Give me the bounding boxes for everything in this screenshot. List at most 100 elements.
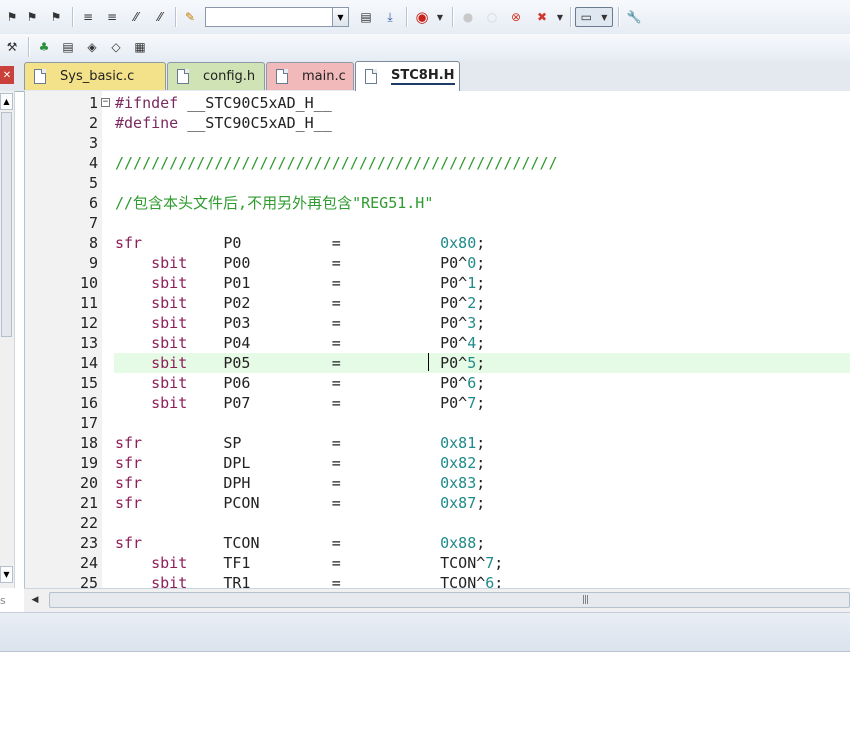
code-line[interactable]: 15 sbit P06 = P0^6; xyxy=(25,373,850,393)
find-input[interactable] xyxy=(208,9,332,25)
line-number: 7 xyxy=(88,214,98,232)
scroll-down-icon[interactable]: ▼ xyxy=(0,566,13,583)
code-line[interactable]: 2 #define __STC90C5xAD_H__ xyxy=(25,113,850,133)
code-line[interactable]: 10 sbit P01 = P0^1; xyxy=(25,273,850,293)
code-line[interactable]: 1− #ifndef __STC90C5xAD_H__ xyxy=(25,93,850,113)
code-text: sbit P02 = P0^2; xyxy=(115,293,485,313)
code-token: ; xyxy=(476,474,486,492)
code-line[interactable]: 13 sbit P04 = P0^4; xyxy=(25,333,850,353)
breakpoint-kill-icon[interactable]: ✖ xyxy=(532,7,552,27)
comment-icon[interactable]: ⁄⁄ xyxy=(126,7,146,27)
code-token: ; xyxy=(476,534,486,552)
code-line[interactable]: 11 sbit P02 = P0^2; xyxy=(25,293,850,313)
bookmark-prev-icon[interactable]: ⚑ xyxy=(22,7,42,27)
code-token: ; xyxy=(476,234,486,252)
file-icon xyxy=(177,68,189,84)
left-panel-tab-label[interactable]: s xyxy=(0,594,6,607)
code-line[interactable]: 14 sbit P05 = P0^5; xyxy=(25,353,850,373)
code-line[interactable]: 24 sbit TF1 = TCON^7; xyxy=(25,553,850,573)
chevron-down-icon[interactable]: ▼ xyxy=(550,7,570,27)
scroll-left-icon[interactable]: ◀ xyxy=(27,592,43,608)
code-token: sbit xyxy=(115,374,188,392)
code-line[interactable]: 12 sbit P03 = P0^3; xyxy=(25,313,850,333)
uncomment-icon[interactable]: ⁄⁄ xyxy=(150,7,170,27)
code-line[interactable]: 25 sbit TR1 = TCON^6; xyxy=(25,573,850,588)
unindent-icon[interactable]: ≡ xyxy=(102,7,122,27)
line-number: 3 xyxy=(88,134,98,152)
tab-config[interactable]: config.h xyxy=(167,62,265,90)
code-token: sbit xyxy=(115,274,188,292)
code-line[interactable]: 22 xyxy=(25,513,850,533)
debug-icon[interactable]: ◉ xyxy=(412,7,432,27)
scroll-thumb[interactable] xyxy=(1,112,12,337)
code-editor[interactable]: 1− #ifndef __STC90C5xAD_H__ 2 #define __STC… xyxy=(24,91,850,588)
code-token: sbit xyxy=(115,574,188,588)
fold-toggle-icon[interactable]: − xyxy=(101,98,110,107)
code-line[interactable]: 3 xyxy=(25,133,850,153)
chevron-down-icon[interactable]: ▼ xyxy=(332,8,348,26)
code-line[interactable]: 9 sbit P00 = P0^0; xyxy=(25,253,850,273)
manage-pack-icon[interactable]: ◇ xyxy=(106,37,126,57)
code-line[interactable]: 19 sfr DPL = 0x82; xyxy=(25,453,850,473)
grip-icon: ||| xyxy=(581,595,589,605)
code-token: DPH = xyxy=(142,474,441,492)
code-token: 0x83 xyxy=(440,474,477,492)
code-token: P06 = P0^ xyxy=(187,374,468,392)
code-line[interactable]: 17 xyxy=(25,413,850,433)
code-token: 0 xyxy=(467,254,477,272)
code-token: TCON = xyxy=(142,534,441,552)
code-token: 2 xyxy=(467,294,477,312)
manage-components-icon[interactable]: ▤ xyxy=(58,37,78,57)
find-combo[interactable]: ▼ xyxy=(205,7,349,27)
chevron-down-icon[interactable]: ▼ xyxy=(430,7,450,27)
code-token: #define xyxy=(115,114,179,132)
code-line[interactable]: 20 sfr DPH = 0x83; xyxy=(25,473,850,493)
code-token: //包含本头文件后,不用另外再包含"REG51.H" xyxy=(115,194,434,212)
open-find-icon[interactable]: ✎ xyxy=(180,7,200,27)
status-bar xyxy=(0,612,850,652)
code-line[interactable]: 21 sfr PCON = 0x87; xyxy=(25,493,850,513)
code-line[interactable]: 8 sfr P0 = 0x80; xyxy=(25,233,850,253)
toolbar-separator xyxy=(72,7,73,27)
code-text: sfr SP = 0x81; xyxy=(115,433,485,453)
breakpoint-insert-icon[interactable]: ● xyxy=(458,7,478,27)
code-token: sfr xyxy=(115,474,143,492)
tab-main[interactable]: main.c xyxy=(266,62,354,90)
code-token: P05 = P0^ xyxy=(187,354,468,372)
line-number: 18 xyxy=(79,434,98,452)
scroll-up-icon[interactable]: ▲ xyxy=(0,93,13,110)
code-line[interactable]: 7 xyxy=(25,213,850,233)
code-line[interactable]: 18 sfr SP = 0x81; xyxy=(25,433,850,453)
line-number: 25 xyxy=(79,574,98,588)
project-tree-icon[interactable]: ♣ xyxy=(34,37,54,57)
find-in-files-icon[interactable]: ▤ xyxy=(356,7,376,27)
line-number: 15 xyxy=(79,374,98,392)
code-line[interactable]: 6 //包含本头文件后,不用另外再包含"REG51.H" xyxy=(25,193,850,213)
code-token: ; xyxy=(476,454,486,472)
code-line[interactable]: 23 sfr TCON = 0x88; xyxy=(25,533,850,553)
code-line[interactable]: 16 sbit P07 = P0^7; xyxy=(25,393,850,413)
indent-icon[interactable]: ≡ xyxy=(78,7,98,27)
wrench-icon[interactable]: 🔧 xyxy=(624,7,644,27)
code-line[interactable]: 4 ///////////////////////////////////////… xyxy=(25,153,850,173)
pack-installer-icon[interactable]: ▦ xyxy=(130,37,150,57)
incremental-find-icon[interactable]: ⤓ xyxy=(380,7,400,27)
tab-sys-basic[interactable]: Sys_basic.c xyxy=(24,62,166,90)
file-icon xyxy=(276,68,288,84)
close-icon[interactable]: ✕ xyxy=(0,66,14,84)
line-number: 22 xyxy=(79,514,98,532)
breakpoint-enable-icon[interactable]: ○ xyxy=(482,7,502,27)
tab-stc8h[interactable]: STC8H.H xyxy=(355,61,460,91)
breakpoint-disable-icon[interactable]: ⊗ xyxy=(506,7,526,27)
select-pack-icon[interactable]: ◈ xyxy=(82,37,102,57)
window-select-button[interactable]: ▭ ▼ xyxy=(575,7,613,27)
code-line[interactable]: 5 xyxy=(25,173,850,193)
window-icon: ▭ xyxy=(580,10,592,24)
line-number: 13 xyxy=(79,334,98,352)
line-number: 14 xyxy=(79,354,98,372)
code-token: PCON = xyxy=(142,494,441,512)
magic-wand-icon[interactable]: ⚒ xyxy=(2,37,22,57)
bookmark-toggle-icon[interactable]: ⚑ xyxy=(2,7,22,27)
bookmark-next-icon[interactable]: ⚑ xyxy=(46,7,66,27)
horizontal-scroll-thumb[interactable] xyxy=(49,592,850,608)
